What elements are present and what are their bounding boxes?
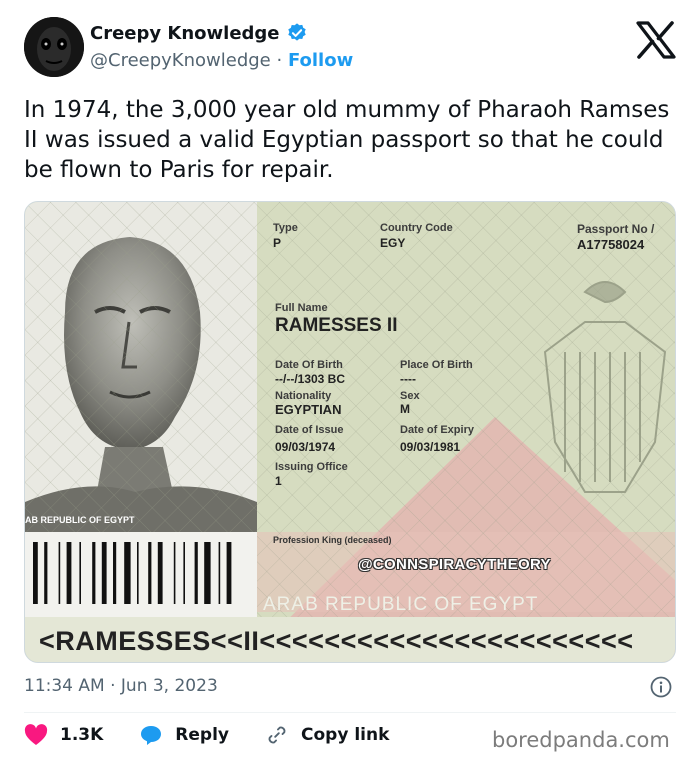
passport-sex-label: Sex [400,390,420,402]
tweet-timestamp[interactable]: 11:34 AM · Jun 3, 2023 [24,676,218,696]
passport-expiry-label: Date of Expiry [400,424,474,436]
passport-country-banner: ARAB REPUBLIC OF EGYPT [263,594,539,615]
passport-side-text: AB REPUBLIC OF EGYPT [25,515,135,525]
passport-office-label: Issuing Office [275,461,348,473]
footer-divider [24,712,676,713]
passport-dob-label: Date Of Birth [275,359,343,371]
verified-badge-icon [287,23,306,41]
handle-separator: · [276,50,283,71]
x-logo-icon[interactable] [634,20,678,60]
passport-country-value: EGY [380,236,406,250]
passport-nationality-value: EGYPTIAN [275,402,342,417]
barcode-bar [173,542,176,604]
copy-link-button[interactable]: Copy link [265,724,389,746]
passport-pob-label: Place Of Birth [400,359,473,371]
passport-type-label: Type [273,222,298,234]
passport-issue-label: Date of Issue [275,424,344,436]
barcode-bar [92,542,96,604]
handle-row: @CreepyKnowledge · Follow [90,50,353,71]
barcode-bar [226,542,232,604]
like-button[interactable]: 1.3K [24,724,103,746]
passport-sex-value: M [400,402,410,416]
barcode-bar [183,542,185,604]
barcode-bar [33,542,38,604]
image-watermark: @CONNSPIRACYTHEORY [358,556,551,573]
passport-nationality-label: Nationality [275,390,332,402]
site-watermark: boredpanda.com [492,728,670,752]
barcode-bar [194,542,198,604]
copy-link-label: Copy link [301,725,390,745]
passport-type-value: P [273,236,282,250]
link-icon [268,726,286,744]
passport-mrz-line: <RAMESSES<<II<<<<<<<<<<<<<<<<<<<<<<< [39,626,634,656]
passport-number-label: Passport No / [577,222,655,236]
barcode-bar [58,542,61,604]
passport-office-value: 1 [275,474,282,488]
avatar-face-icon [24,17,84,77]
passport-profession-value: King (deceased) [322,535,392,545]
reply-bubble-icon [141,726,162,745]
barcode-bar [148,542,152,604]
barcode-bar [157,542,163,604]
follow-button[interactable]: Follow [288,50,353,71]
barcode-bar [101,542,107,604]
barcode-bar [137,542,139,604]
heart-icon [24,724,48,745]
passport-pob-value: ---- [400,372,416,386]
passport-profession-label: Profession [273,535,320,545]
barcode-bar [124,542,131,604]
display-name[interactable]: Creepy Knowledge [90,23,280,44]
info-icon[interactable] [650,676,672,698]
passport-profession: Profession King (deceased) [273,535,392,545]
barcode-bar [66,542,72,604]
reply-label: Reply [175,725,229,745]
avatar[interactable] [24,17,84,77]
handle[interactable]: @CreepyKnowledge [90,50,271,71]
reply-button[interactable]: Reply [139,724,229,746]
passport-issue-value: 09/03/1974 [275,440,336,454]
passport-country-label: Country Code [380,222,453,234]
passport-dob-value: --/--/1303 BC [275,372,346,386]
passport-fullname-label: Full Name [275,302,328,314]
passport-expiry-value: 09/03/1981 [400,440,461,454]
barcode-bar [218,542,221,604]
tweet-text: In 1974, the 3,000 year old mummy of Pha… [24,97,670,183]
barcode-bar [113,542,117,604]
author-name-row[interactable]: Creepy Knowledge [90,22,308,44]
like-count: 1.3K [60,725,104,745]
passport-number-value: A17758024 [577,237,645,252]
tweet-actions: 1.3K Reply Copy link [24,724,425,746]
barcode-bar [44,542,48,604]
tweet-media-image[interactable]: Type P Country Code EGY Passport No / A1… [24,201,676,663]
barcode-bar [79,542,81,604]
passport-fullname-value: RAMESSES II [275,315,398,336]
barcode-bar [204,542,211,604]
